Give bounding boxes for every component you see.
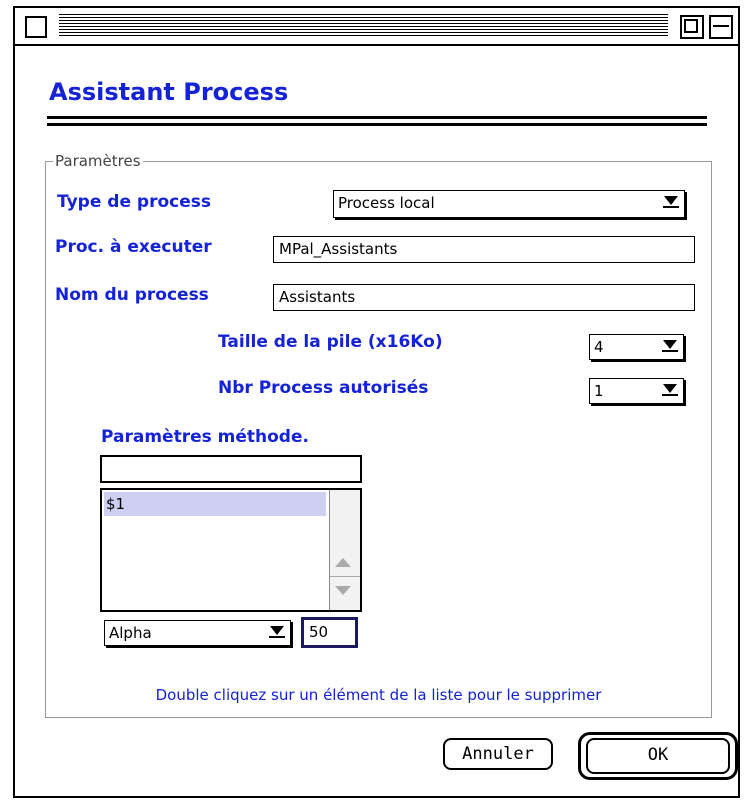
zoom-box-icon[interactable] <box>680 15 704 39</box>
list-item-label: $1 <box>106 495 126 513</box>
title-bar-stripes <box>59 14 668 36</box>
chevron-down-icon <box>662 340 678 352</box>
chevron-down-icon <box>269 626 285 638</box>
dialog-heading: Assistant Process <box>49 78 289 106</box>
proc-to-execute-label: Proc. à executer <box>55 237 212 257</box>
method-params-list[interactable]: $1 <box>100 488 362 612</box>
param-type-value: Alpha <box>109 624 152 642</box>
param-size-value: 50 <box>309 623 329 641</box>
scroll-divider <box>330 576 360 577</box>
list-item[interactable]: $1 <box>104 492 326 516</box>
heading-divider <box>47 123 707 126</box>
proc-to-execute-input[interactable]: MPal_Assistants <box>273 236 695 263</box>
list-scrollbar[interactable] <box>329 490 360 610</box>
allowed-processes-select[interactable]: 1 <box>589 378 684 404</box>
process-type-select[interactable]: Process local <box>333 190 685 218</box>
allowed-processes-value: 1 <box>594 382 604 400</box>
proc-to-execute-value: MPal_Assistants <box>279 240 398 258</box>
param-type-select[interactable]: Alpha <box>104 620 291 646</box>
process-type-value: Process local <box>338 194 435 212</box>
process-name-label: Nom du process <box>55 285 209 305</box>
heading-divider <box>47 116 707 119</box>
allowed-processes-label: Nbr Process autorisés <box>218 378 429 398</box>
process-type-label: Type de process <box>57 192 211 212</box>
method-param-input[interactable] <box>100 455 362 483</box>
parameters-group-label: Paramètres <box>53 152 143 170</box>
scroll-up-arrow-icon[interactable] <box>335 558 351 567</box>
collapse-box-icon[interactable] <box>709 15 733 39</box>
chevron-down-icon <box>663 196 679 208</box>
scroll-down-arrow-icon[interactable] <box>335 586 351 595</box>
process-name-value: Assistants <box>279 288 356 306</box>
cancel-button[interactable]: Annuler <box>443 738 553 770</box>
list-hint-text: Double cliquez sur un élément de la list… <box>155 686 602 704</box>
chevron-down-icon <box>662 384 678 396</box>
process-name-input[interactable]: Assistants <box>273 284 695 311</box>
title-bar[interactable] <box>15 8 738 46</box>
param-size-input[interactable]: 50 <box>301 617 358 648</box>
close-box-icon[interactable] <box>25 16 47 38</box>
method-params-label: Paramètres méthode. <box>101 427 309 447</box>
dialog-window: Assistant Process Paramètres Type de pro… <box>13 6 740 798</box>
stack-size-select[interactable]: 4 <box>589 334 684 360</box>
stack-size-label: Taille de la pile (x16Ko) <box>218 332 443 352</box>
ok-button[interactable]: OK <box>586 738 730 774</box>
stack-size-value: 4 <box>594 338 604 356</box>
